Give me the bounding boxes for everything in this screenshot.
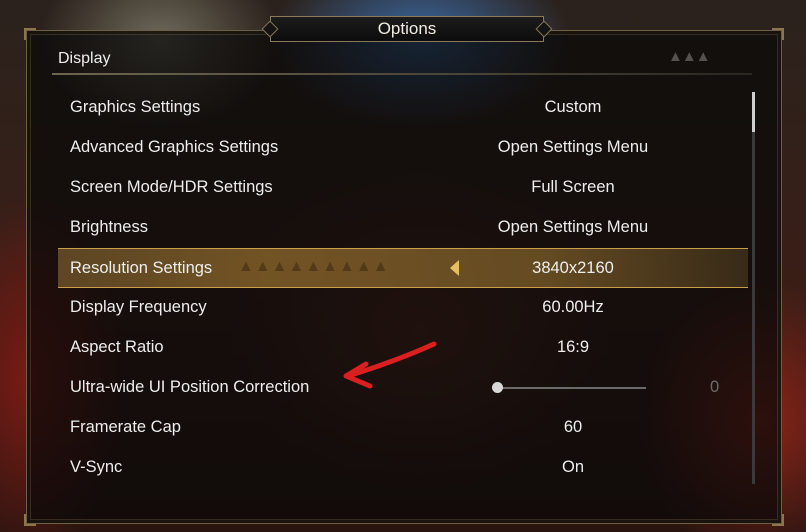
- setting-value[interactable]: 3840x2160: [456, 259, 690, 278]
- setting-label: V-Sync: [70, 458, 123, 476]
- setting-label: Resolution Settings: [70, 259, 213, 277]
- slider-value: 0: [710, 378, 720, 396]
- setting-label: Advanced Graphics Settings: [70, 138, 279, 156]
- setting-value[interactable]: On: [456, 458, 690, 477]
- slider-handle[interactable]: [492, 382, 503, 393]
- setting-row-framerate-cap[interactable]: Framerate Cap 60: [58, 408, 748, 448]
- setting-value[interactable]: 60: [456, 418, 690, 437]
- scrollbar[interactable]: [752, 92, 755, 484]
- frame-corner: [24, 28, 36, 40]
- highlight-pattern-icon: ▲▲▲▲▲▲▲▲▲: [238, 258, 390, 275]
- setting-label: Display Frequency: [70, 298, 207, 316]
- header-divider: [52, 73, 752, 75]
- setting-label: Aspect Ratio: [70, 338, 164, 356]
- decorative-emblem-icon: ▲▲▲: [668, 48, 711, 65]
- setting-label: Framerate Cap: [70, 418, 181, 436]
- setting-label: Brightness: [70, 218, 148, 236]
- slider-track[interactable]: [494, 387, 646, 389]
- setting-label: Screen Mode/HDR Settings: [70, 178, 273, 196]
- frame-corner: [772, 28, 784, 40]
- dialog-title: Options: [377, 19, 437, 38]
- setting-value[interactable]: Full Screen: [456, 178, 690, 197]
- setting-label: Ultra-wide UI Position Correction: [70, 378, 310, 396]
- setting-row-resolution-selected[interactable]: ▲▲▲▲▲▲▲▲▲ Resolution Settings 3840x2160: [58, 248, 748, 288]
- setting-value[interactable]: 60.00Hz: [456, 298, 690, 317]
- setting-row-vsync[interactable]: V-Sync On: [58, 448, 748, 488]
- setting-value[interactable]: Open Settings Menu: [456, 218, 690, 237]
- setting-value[interactable]: Custom: [456, 98, 690, 117]
- frame-corner: [772, 514, 784, 526]
- setting-row-advanced-graphics[interactable]: Advanced Graphics Settings Open Settings…: [58, 128, 748, 168]
- setting-value[interactable]: 16:9: [456, 338, 690, 357]
- dialog-title-plate: Options: [261, 16, 553, 42]
- red-annotation-arrow-icon: [343, 341, 437, 389]
- setting-label: Graphics Settings: [70, 98, 201, 116]
- setting-row-brightness[interactable]: Brightness Open Settings Menu: [58, 208, 748, 248]
- setting-row-display-frequency[interactable]: Display Frequency 60.00Hz: [58, 288, 748, 328]
- section-title: Display: [58, 50, 111, 67]
- frame-corner: [24, 514, 36, 526]
- setting-row-graphics-settings[interactable]: Graphics Settings Custom: [58, 88, 748, 128]
- setting-row-screen-mode[interactable]: Screen Mode/HDR Settings Full Screen: [58, 168, 748, 208]
- scrollbar-thumb[interactable]: [752, 92, 755, 132]
- setting-value[interactable]: Open Settings Menu: [456, 138, 690, 157]
